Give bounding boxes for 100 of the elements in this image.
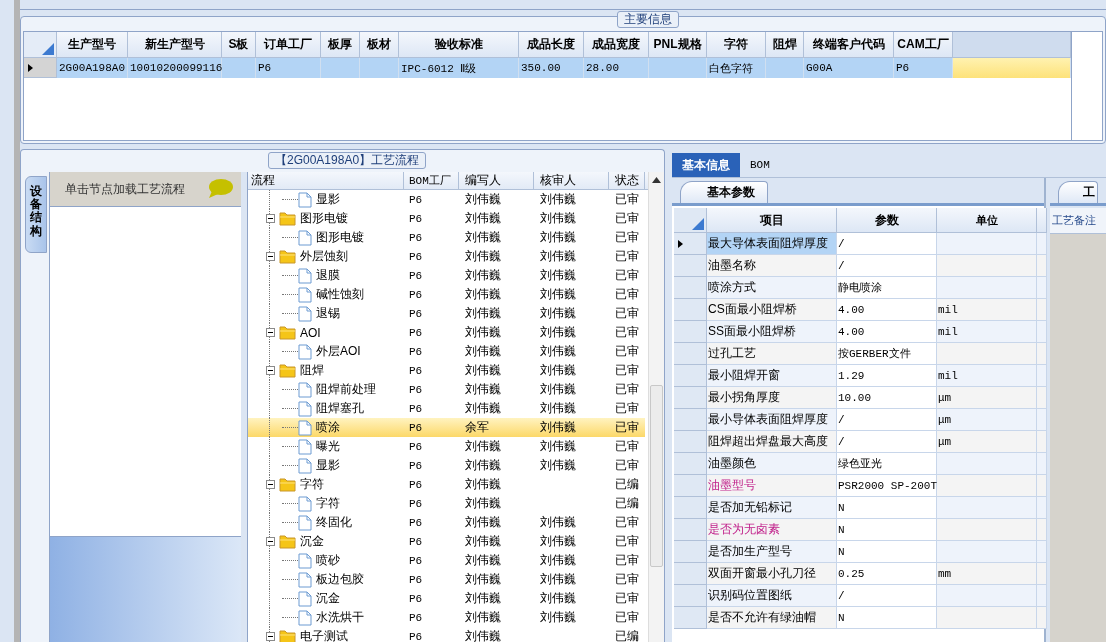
collapse-icon[interactable]	[266, 366, 275, 375]
column-header[interactable]: 成品宽度	[584, 32, 649, 58]
tree-row[interactable]: 显影 P6 刘伟巍 刘伟巍 已审	[248, 190, 648, 209]
document-icon	[298, 457, 312, 474]
collapse-icon[interactable]	[266, 252, 275, 261]
tree-row[interactable]: 沉金 P6 刘伟巍 刘伟巍 已审	[248, 532, 648, 551]
tree-row[interactable]: 显影 P6 刘伟巍 刘伟巍 已审	[248, 456, 648, 475]
column-header[interactable]: CAM工厂	[894, 32, 953, 58]
table-cell-text: 已审	[614, 305, 640, 322]
collapse-icon[interactable]	[266, 632, 275, 641]
column-header[interactable]: 阻焊	[766, 32, 804, 58]
tree-row[interactable]: 退膜 P6 刘伟巍 刘伟巍 已审	[248, 266, 648, 285]
table-cell: P6	[256, 58, 321, 78]
tree-row[interactable]: 图形电镀 P6 刘伟巍 刘伟巍 已审	[248, 228, 648, 247]
table-cell-text: P6	[408, 496, 424, 512]
column-header[interactable]: 成品长度	[519, 32, 584, 58]
table-cell: 最小导体表面阻焊厚度	[707, 409, 837, 431]
column-header[interactable]	[1037, 208, 1047, 233]
table-cell: /	[837, 255, 937, 277]
tab[interactable]: BOM	[740, 153, 780, 177]
table-cell: N	[837, 519, 937, 541]
table-cell-text: P6	[408, 211, 424, 227]
column-header[interactable]: 单位	[937, 208, 1037, 233]
table-cell-text: 刘伟巍	[539, 552, 577, 569]
tree-row[interactable]: 阻焊 P6 刘伟巍 刘伟巍 已审	[248, 361, 648, 380]
tree-row[interactable]: 曝光 P6 刘伟巍 刘伟巍 已审	[248, 437, 648, 456]
column-header[interactable]: PNL规格	[649, 32, 707, 58]
tree-row[interactable]: 喷砂 P6 刘伟巍 刘伟巍 已审	[248, 551, 648, 570]
tab[interactable]: 工	[1058, 181, 1098, 203]
collapse-icon[interactable]	[266, 328, 275, 337]
table-cell: PSR2000 SP-200T	[837, 475, 937, 497]
collapse-icon[interactable]	[266, 537, 275, 546]
tree-row[interactable]: 沉金 P6 刘伟巍 刘伟巍 已审	[248, 589, 648, 608]
table-cell-text: P6	[408, 325, 424, 341]
table-cell-text: 刘伟巍	[539, 343, 577, 360]
column-header[interactable]: 新生产型号	[128, 32, 222, 58]
column-header[interactable]: BOM工厂	[404, 172, 459, 189]
document-icon	[298, 305, 312, 322]
collapse-icon[interactable]	[266, 214, 275, 223]
side-tab[interactable]: 设备结构	[25, 176, 47, 253]
table-cell-text: P6	[408, 515, 424, 531]
document-icon	[298, 381, 312, 398]
tab[interactable]: 基本信息	[672, 153, 740, 177]
tree-row[interactable]: 电子测试 P6 刘伟巍 已编	[248, 627, 648, 642]
group-title: 主要信息	[617, 11, 679, 28]
column-header[interactable]: 终端客户代码	[804, 32, 894, 58]
tree-row[interactable]: AOI P6 刘伟巍 刘伟巍 已审	[248, 323, 648, 342]
table-cell-text: 刘伟巍	[539, 590, 577, 607]
table-cell-text: 刘伟巍	[464, 210, 502, 227]
column-header[interactable]: 项目	[707, 208, 837, 233]
column-header[interactable]: 板厚	[321, 32, 360, 58]
tree-row[interactable]: 碱性蚀刻 P6 刘伟巍 刘伟巍 已审	[248, 285, 648, 304]
collapse-icon[interactable]	[266, 480, 275, 489]
table-cell-text: P6	[408, 306, 424, 322]
scrollbar[interactable]	[648, 172, 664, 642]
tree-row[interactable]: 字符 P6 刘伟巍 已编	[248, 475, 648, 494]
folder-icon	[279, 477, 296, 492]
tree-row[interactable]: 外层AOI P6 刘伟巍 刘伟巍 已审	[248, 342, 648, 361]
column-header[interactable]: S板	[222, 32, 256, 58]
row-header[interactable]	[674, 233, 707, 255]
table-cell: /	[837, 233, 937, 255]
tree-row[interactable]: 图形电镀 P6 刘伟巍 刘伟巍 已审	[248, 209, 648, 228]
table-cell: 油墨型号	[707, 475, 837, 497]
column-header[interactable]: 参数	[837, 208, 937, 233]
tree-row[interactable]: 板边包胶 P6 刘伟巍 刘伟巍 已审	[248, 570, 648, 589]
row-header[interactable]	[24, 58, 57, 78]
table-cell-text: 刘伟巍	[464, 286, 502, 303]
table-cell-text: 刘伟巍	[464, 343, 502, 360]
table-cell-text: 刘伟巍	[539, 400, 577, 417]
table-cell-text: P6	[408, 629, 424, 642]
tree-row[interactable]: 喷涂 P6 余军 刘伟巍 已审	[248, 418, 648, 437]
column-header[interactable]: 状态	[609, 172, 645, 189]
tree-row[interactable]: 外层蚀刻 P6 刘伟巍 刘伟巍 已审	[248, 247, 648, 266]
column-header[interactable]: 板材	[360, 32, 399, 58]
column-header[interactable]: 生产型号	[57, 32, 128, 58]
tree-row[interactable]: 字符 P6 刘伟巍 已编	[248, 494, 648, 513]
node-label: 退膜	[316, 267, 340, 284]
scroll-up-icon[interactable]	[652, 177, 661, 183]
column-header[interactable]: 工艺备注	[1050, 208, 1106, 234]
tree-row[interactable]: 阻焊前处理 P6 刘伟巍 刘伟巍 已审	[248, 380, 648, 399]
tree-row[interactable]: 水洗烘干 P6 刘伟巍 刘伟巍 已审	[248, 608, 648, 627]
column-header[interactable]: 编写人	[459, 172, 534, 189]
column-header[interactable]: 订单工厂	[256, 32, 321, 58]
tree-row[interactable]: 退锡 P6 刘伟巍 刘伟巍 已审	[248, 304, 648, 323]
table-cell-text: 已审	[614, 248, 640, 265]
column-header[interactable]: 流程	[248, 172, 404, 189]
scrollbar-thumb[interactable]	[650, 385, 663, 567]
tree-row[interactable]: 终固化 P6 刘伟巍 刘伟巍 已审	[248, 513, 648, 532]
row-pointer-icon	[28, 63, 33, 72]
node-label: 沉金	[316, 590, 340, 607]
tab[interactable]: 基本参数	[680, 181, 768, 203]
document-icon	[298, 571, 312, 588]
table-cell-text: 已审	[614, 381, 640, 398]
column-header[interactable]: 核审人	[534, 172, 609, 189]
table-cell-text: 已审	[614, 343, 640, 360]
column-header[interactable]: 验收标准	[399, 32, 519, 58]
column-header[interactable]: 字符	[707, 32, 766, 58]
table-cell: mil	[937, 321, 1037, 343]
folder-icon	[279, 211, 296, 226]
column-header[interactable]	[953, 32, 1071, 58]
